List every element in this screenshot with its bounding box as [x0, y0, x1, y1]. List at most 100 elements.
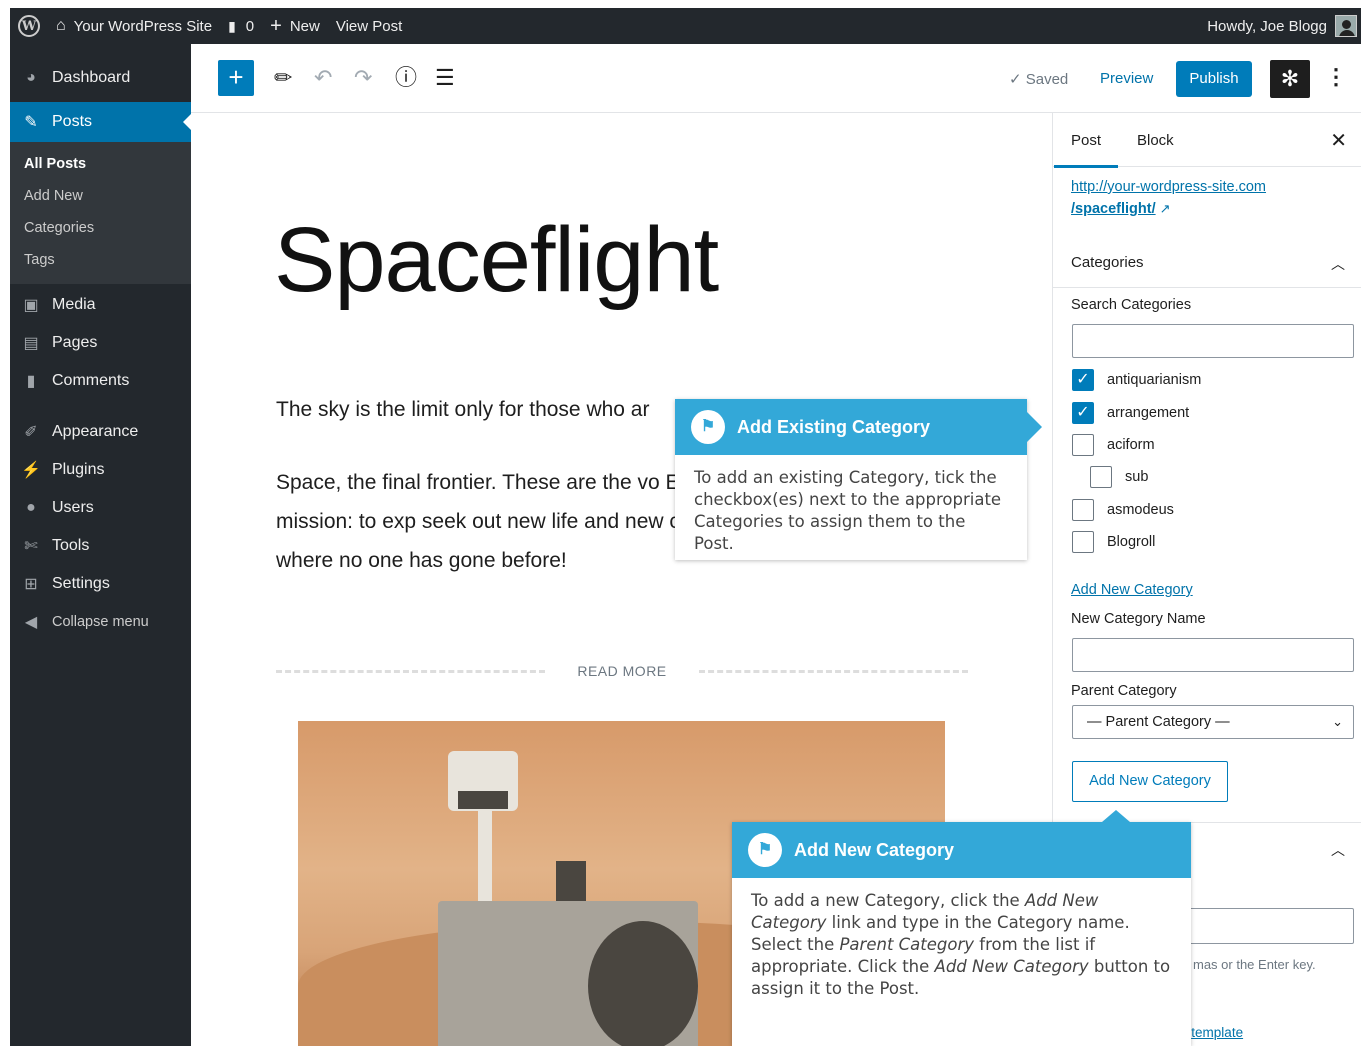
sidebar-item-users[interactable]: ● Users: [10, 489, 191, 527]
sidebar-item-label: Collapse menu: [52, 614, 149, 630]
sidebar-item-comments[interactable]: ▮ Comments: [10, 362, 191, 400]
tab-post[interactable]: Post: [1053, 132, 1119, 168]
sidebar-item-collapse[interactable]: ◀ Collapse menu: [10, 603, 191, 641]
category-label: aciform: [1107, 437, 1155, 453]
divider: [276, 669, 546, 673]
callout-emphasis: Parent Category: [839, 935, 975, 954]
callout-title: Add New Category: [794, 839, 955, 860]
brush-icon: ✐: [24, 424, 38, 441]
sidebar-item-label: Tools: [52, 537, 90, 554]
sidebar-item-label: Settings: [52, 575, 110, 592]
new-label: New: [289, 17, 320, 35]
site-name-link[interactable]: ⌂ Your WordPress Site: [48, 8, 220, 44]
sidebar-item-label: Appearance: [52, 423, 139, 440]
add-new-category-button[interactable]: Add New Category: [1072, 761, 1228, 802]
category-label: Blogroll: [1107, 534, 1156, 550]
account-menu[interactable]: Howdy, Joe Blogg: [1199, 8, 1361, 44]
sidebar-item-settings[interactable]: ⊞ Settings: [10, 565, 191, 603]
sidebar-item-label: Comments: [52, 372, 130, 389]
add-new-category-link[interactable]: Add New Category: [1071, 582, 1193, 598]
plug-icon: ⚡: [21, 462, 41, 479]
sidebar-item-dashboard[interactable]: ◕ Dashboard: [10, 54, 191, 102]
undo-button[interactable]: ↶: [314, 64, 332, 92]
callout-header: ⚑ Add New Category: [732, 822, 1191, 878]
category-checkbox[interactable]: [1090, 466, 1112, 488]
flag-icon: ⚑: [691, 410, 725, 444]
publish-button[interactable]: Publish: [1176, 61, 1252, 97]
category-checkbox[interactable]: ✓: [1072, 402, 1094, 424]
chevron-up-icon[interactable]: ︿: [1331, 840, 1345, 860]
settings-toggle-button[interactable]: ✻: [1270, 60, 1310, 98]
paragraph-block[interactable]: The sky is the limit only for those who …: [276, 390, 649, 429]
read-more-block[interactable]: READ MORE: [276, 661, 969, 681]
sidebar-item-label: Dashboard: [52, 69, 131, 86]
sidebar-item-media[interactable]: ▣ Media: [10, 286, 191, 324]
block-navigation-button[interactable]: ☰: [435, 64, 455, 92]
flag-icon: ⚑: [748, 833, 782, 867]
chevron-down-icon: ⌄: [1332, 714, 1343, 729]
callout-body: To add an existing Category, tick the ch…: [694, 468, 1002, 553]
user-icon: ●: [26, 499, 36, 516]
callout-title: Add Existing Category: [737, 416, 931, 437]
redo-button[interactable]: ↷: [354, 64, 372, 92]
sidebar-item-appearance[interactable]: ✐ Appearance: [10, 413, 191, 451]
callout-header: ⚑ Add Existing Category: [675, 399, 1027, 455]
comment-icon: ▮: [26, 373, 36, 390]
sidebar-item-tools[interactable]: ✄ Tools: [10, 527, 191, 565]
submenu-all-posts[interactable]: All Posts: [10, 148, 191, 180]
add-block-button[interactable]: +: [218, 60, 254, 96]
category-checkbox[interactable]: [1072, 531, 1094, 553]
sidebar-item-posts[interactable]: ✎ Posts: [10, 102, 191, 142]
sidebar-item-label: Posts: [52, 113, 93, 130]
submenu-tags[interactable]: Tags: [10, 244, 191, 276]
site-name: Your WordPress Site: [73, 17, 213, 35]
template-link-label: template: [1191, 1025, 1244, 1040]
edit-tool-button[interactable]: ✏: [274, 64, 292, 92]
wordpress-logo-icon: W: [18, 15, 40, 37]
post-title[interactable]: Spaceflight: [274, 208, 719, 313]
close-icon[interactable]: ✕: [1330, 128, 1347, 153]
rover-camera: [458, 791, 508, 809]
admin-bar: W ⌂ Your WordPress Site ▮ 0 + New View P…: [10, 8, 1361, 44]
list-icon: ☰: [435, 65, 455, 90]
new-content-link[interactable]: + New: [262, 8, 328, 44]
sidebar-item-pages[interactable]: ▤ Pages: [10, 324, 191, 362]
saved-status: ✓ Saved: [1009, 71, 1069, 88]
tab-block[interactable]: Block: [1137, 132, 1174, 149]
editor-toolbar: + ✏ ↶ ↷ ⓘ ☰ ✓ Saved Preview Publish ✻ ⋮: [191, 44, 1361, 113]
submenu-categories[interactable]: Categories: [10, 212, 191, 244]
category-label: antiquarianism: [1107, 372, 1202, 388]
categories-heading[interactable]: Categories: [1071, 254, 1144, 271]
view-post-link[interactable]: View Post: [328, 8, 410, 44]
redo-icon: ↷: [354, 65, 373, 90]
view-post-label: View Post: [335, 17, 403, 35]
wrench-icon: ✄: [24, 538, 38, 555]
wordpress-logo-button[interactable]: W: [10, 8, 48, 44]
sidebar-item-label: Users: [52, 499, 94, 516]
callout-body: To add a new Category, click the Add New…: [732, 878, 1191, 1000]
category-checkbox[interactable]: [1072, 499, 1094, 521]
home-icon: ⌂: [56, 17, 66, 34]
category-checkbox[interactable]: ✓: [1072, 369, 1094, 391]
posts-submenu: All Posts Add New Categories Tags: [10, 142, 191, 284]
submenu-add-new[interactable]: Add New: [10, 180, 191, 212]
new-category-name-input[interactable]: [1072, 638, 1354, 672]
search-categories-input[interactable]: [1072, 324, 1354, 358]
sidebar-item-label: Pages: [52, 334, 98, 351]
permalink-slug[interactable]: /spaceflight/: [1071, 201, 1156, 217]
media-icon: ▣: [23, 297, 39, 314]
chevron-up-icon[interactable]: ︿: [1331, 254, 1345, 274]
howdy-text: Howdy, Joe Blogg: [1207, 17, 1327, 35]
sidebar-item-plugins[interactable]: ⚡ Plugins: [10, 451, 191, 489]
search-categories-label: Search Categories: [1071, 297, 1192, 313]
permalink-url[interactable]: http://your-wordpress-site.com: [1071, 179, 1266, 195]
parent-category-label: Parent Category: [1071, 683, 1177, 699]
more-menu-button[interactable]: ⋮: [1325, 64, 1347, 90]
callout-text: To add a new Category, click the: [751, 891, 1025, 910]
content-info-button[interactable]: ⓘ: [395, 64, 417, 92]
parent-category-select[interactable]: — Parent Category — ⌄: [1072, 705, 1354, 739]
category-checkbox[interactable]: [1072, 434, 1094, 456]
settings-icon: ⊞: [24, 576, 38, 593]
comments-link[interactable]: ▮ 0: [220, 8, 262, 44]
preview-button[interactable]: Preview: [1100, 70, 1153, 87]
